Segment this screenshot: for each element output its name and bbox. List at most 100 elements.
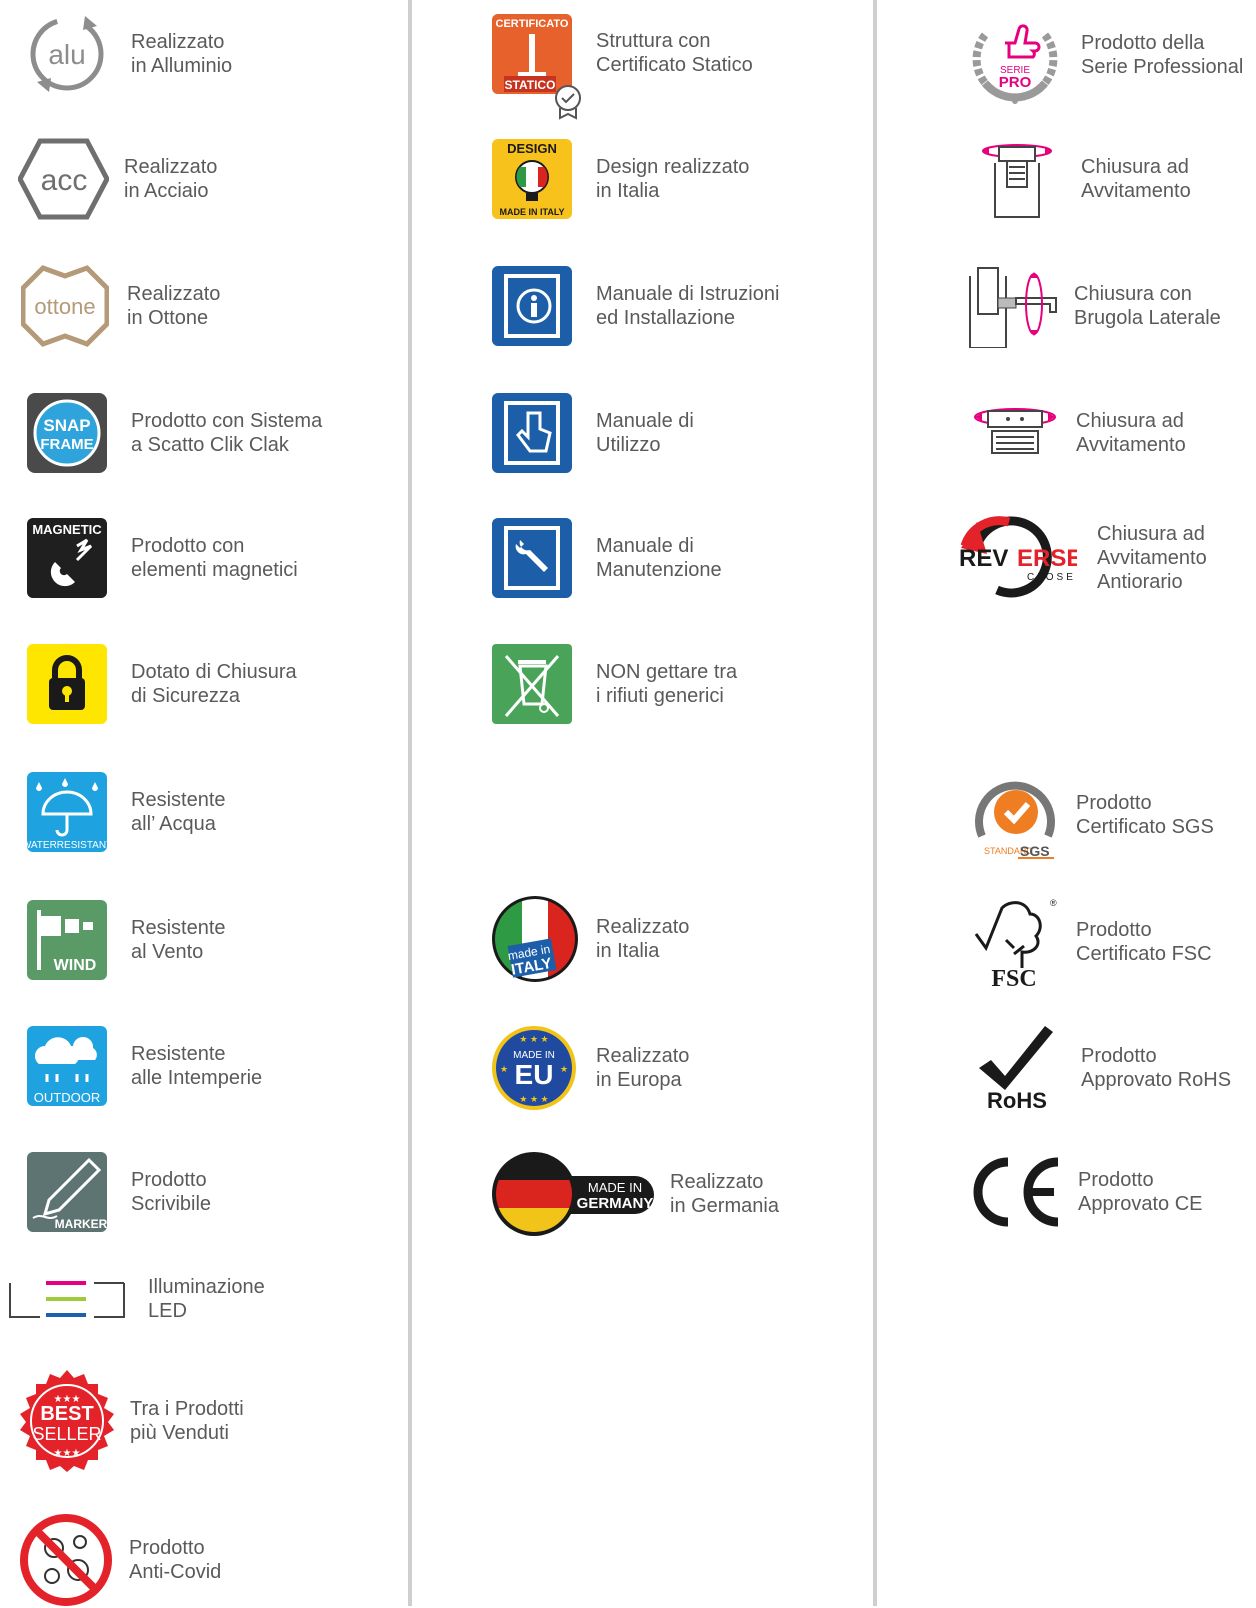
feature-label: Realizzato in Germania (670, 1171, 779, 1217)
svg-text:BEST: BEST (40, 1403, 93, 1425)
feature-label: Manuale di Manutenzione (596, 535, 722, 581)
column-divider-right (873, 0, 877, 1606)
feature-label: Chiusura ad Avvitamento (1076, 410, 1186, 456)
feature-fsc: ® FSC Prodotto Certificato FSC (970, 894, 1212, 990)
feature-made-in-germany: MADE IN GERMANY Realizzato in Germania (490, 1150, 779, 1238)
feature-label: Prodotto Anti-Covid (129, 1537, 222, 1583)
feature-made-in-eu: MADE IN EU ★ ★ ★ ★ ★ ★ ★ ★ Realizzato in … (490, 1024, 689, 1112)
feature-label: Illuminazione LED (148, 1276, 265, 1322)
feature-weee: NON gettare tra i rifiuti generici (490, 642, 737, 726)
svg-text:REV: REV (959, 545, 1008, 572)
marker-icon: MARKER (25, 1150, 109, 1234)
feature-brass: ottone Realizzato in Ottone (21, 264, 220, 348)
snap-frame-icon: SNAP FRAME (25, 391, 109, 475)
feature-label: Resistente all’ Acqua (131, 789, 226, 835)
feature-label: Chiusura con Brugola Laterale (1074, 283, 1221, 329)
serie-pro-icon: SERIE PRO (965, 5, 1065, 105)
feature-screw-closure: Chiusura ad Avvitamento (975, 137, 1191, 221)
svg-text:WIND: WIND (54, 957, 97, 974)
feature-label: Tra i Prodotti più Venduti (130, 1398, 244, 1444)
alu-text: alu (48, 39, 85, 70)
made-in-eu-icon: MADE IN EU ★ ★ ★ ★ ★ ★ ★ ★ (490, 1024, 578, 1112)
feature-security-lock: Dotato di Chiusura di Sicurezza (25, 642, 297, 726)
svg-text:MAGNETIC: MAGNETIC (32, 522, 102, 537)
certificato-statico-icon: CERTIFICATO STATICO (490, 12, 582, 120)
svg-text:MADE IN ITALY: MADE IN ITALY (499, 207, 564, 217)
feature-allen-side-closure: Chiusura con Brugola Laterale (968, 264, 1221, 348)
screw-closure-icon (975, 137, 1059, 221)
rohs-icon: RoHS (975, 1024, 1059, 1112)
feature-label: Prodotto con elementi magnetici (131, 535, 298, 581)
feature-label: Realizzato in Europa (596, 1045, 690, 1091)
feature-led: Illuminazione LED (8, 1275, 265, 1323)
feature-anti-covid: Prodotto Anti-Covid (18, 1512, 221, 1608)
feature-label: Prodotto Approvato RoHS (1081, 1045, 1232, 1091)
feature-label: Resistente al Vento (131, 917, 226, 963)
feature-wind-resistant: WIND Resistente al Vento (25, 898, 226, 982)
feature-label: Manuale di Utilizzo (596, 410, 694, 456)
feature-label: Design realizzato in Italia (596, 156, 750, 202)
feature-label: Prodotto Certificato SGS (1076, 792, 1214, 838)
allen-side-closure-icon (968, 264, 1060, 348)
feature-screw-closure-flat: Chiusura ad Avvitamento (970, 391, 1186, 475)
weee-bin-icon (490, 642, 574, 726)
feature-snap-frame: SNAP FRAME Prodotto con Sistema a Scatto … (25, 391, 322, 475)
feature-ce: Prodotto Approvato CE (970, 1150, 1203, 1234)
feature-usage-manual: Manuale di Utilizzo (490, 391, 694, 475)
svg-text:★★★: ★★★ (54, 1448, 81, 1459)
feature-label: Chiusura ad Avvitamento (1081, 156, 1191, 202)
fsc-icon: ® FSC (970, 894, 1060, 990)
svg-text:SELLER: SELLER (32, 1424, 101, 1444)
made-in-germany-icon: MADE IN GERMANY (490, 1150, 656, 1238)
feature-label: Prodotto Certificato FSC (1076, 919, 1212, 965)
feature-label: Realizzato in Ottone (127, 283, 221, 329)
screw-closure-flat-icon (970, 391, 1060, 475)
manual-wrench-icon (490, 516, 574, 600)
svg-text:OUTDOOR: OUTDOOR (34, 1090, 100, 1105)
feature-label: Prodotto Scrivibile (131, 1169, 212, 1215)
feature-label: Prodotto della Serie Professional (1081, 32, 1244, 78)
feature-reverse-close: REV ERSE CLOSE Chiusura ad Avvitamento Ant… (955, 516, 1207, 600)
feature-rohs: RoHS Prodotto Approvato RoHS (975, 1024, 1231, 1112)
magnetic-icon: MAGNETIC (25, 516, 109, 600)
feature-outdoor: OUTDOOR Resistente alle Intemperie (25, 1024, 262, 1108)
led-icon (8, 1277, 126, 1321)
svg-text:PRO: PRO (999, 74, 1032, 91)
feature-label: NON gettare tra i rifiuti generici (596, 661, 738, 707)
svg-text:EU: EU (515, 1059, 554, 1090)
feature-made-in-italy: made in ITALY Realizzato in Italia (490, 894, 689, 984)
feature-aluminium: alu Realizzato in Alluminio (25, 12, 232, 96)
water-resistant-icon: WATERRESISTANT (25, 770, 109, 854)
made-in-italy-icon: made in ITALY (490, 894, 580, 984)
sgs-icon: STANDARD SGS (970, 770, 1060, 860)
feature-magnetic: MAGNETIC Prodotto con elementi magnetici (25, 516, 298, 600)
feature-writable: MARKER Prodotto Scrivibile (25, 1150, 211, 1234)
feature-static-certificate: CERTIFICATO STATICO Struttura con Certifi… (490, 12, 753, 120)
ce-icon (970, 1150, 1060, 1234)
acc-icon: acc (18, 137, 109, 221)
feature-sgs: STANDARD SGS Prodotto Certificato SGS (970, 770, 1214, 860)
feature-label: Manuale di Istruzioni ed Installazione (596, 283, 780, 329)
svg-text:WATERRESISTANT: WATERRESISTANT (25, 840, 109, 851)
feature-label: Struttura con Certificato Statico (596, 30, 753, 76)
feature-install-manual: Manuale di Istruzioni ed Installazione (490, 264, 779, 348)
ottone-icon: ottone (21, 264, 109, 348)
best-seller-icon: BEST SELLER ★★★ ★★★ (14, 1368, 120, 1474)
svg-text:MADE IN: MADE IN (588, 1180, 642, 1195)
column-divider-left (408, 0, 412, 1606)
reverse-close-icon: REV ERSE CLOSE (955, 516, 1077, 600)
svg-text:★: ★ (560, 1064, 568, 1074)
anti-covid-icon (18, 1512, 114, 1608)
outdoor-icon: OUTDOOR (25, 1024, 109, 1108)
feature-best-seller: BEST SELLER ★★★ ★★★ Tra i Prodotti più Ve… (14, 1368, 244, 1474)
svg-text:★★★: ★★★ (54, 1394, 81, 1405)
alu-icon: alu (25, 12, 109, 96)
feature-label: Dotato di Chiusura di Sicurezza (131, 661, 297, 707)
svg-text:RoHS: RoHS (987, 1088, 1047, 1112)
svg-text:CERTIFICATO: CERTIFICATO (496, 18, 569, 30)
feature-label: Realizzato in Italia (596, 916, 690, 962)
svg-text:STATICO: STATICO (505, 78, 556, 92)
feature-water-resistant: WATERRESISTANT Resistente all’ Acqua (25, 770, 226, 854)
feature-label: Realizzato in Alluminio (131, 31, 233, 77)
feature-serie-pro: SERIE PRO Prodotto della Serie Profession… (965, 5, 1243, 105)
